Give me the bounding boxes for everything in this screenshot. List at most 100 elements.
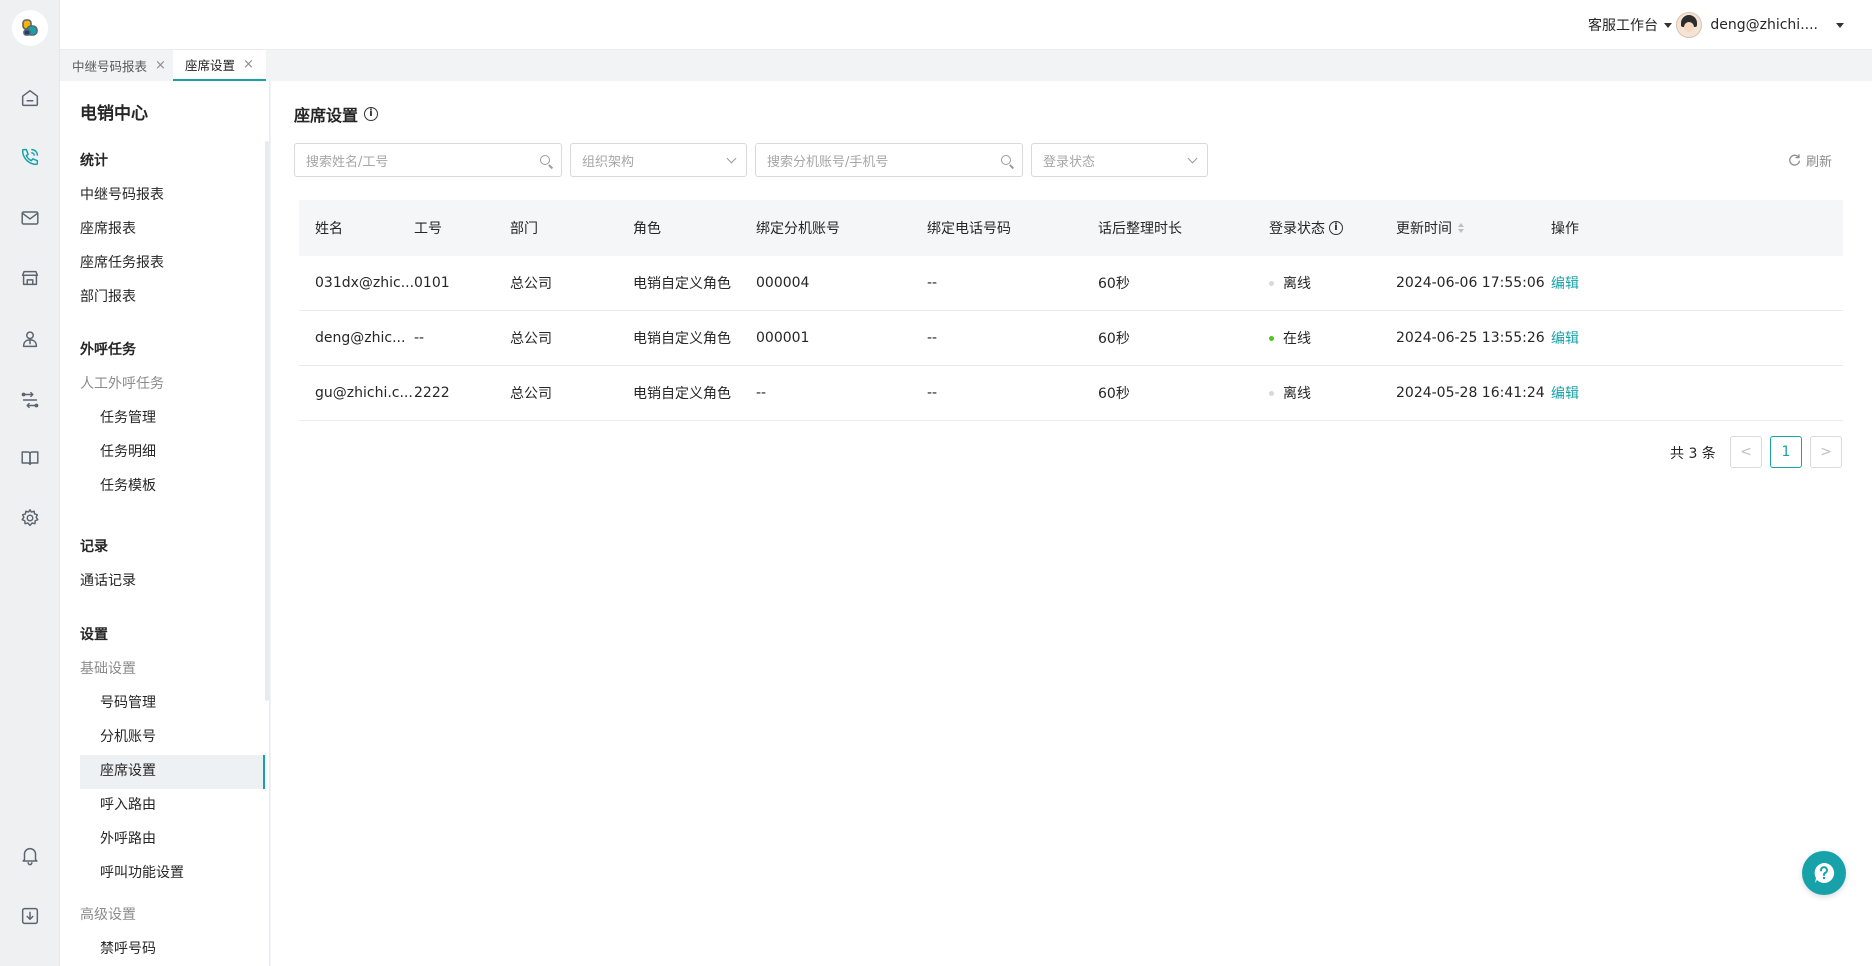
sidebar-item-dept-report[interactable]: 部门报表: [80, 286, 136, 306]
sidebar-item-extension-accounts[interactable]: 分机账号: [100, 726, 156, 746]
page-title-text: 座席设置: [294, 106, 359, 125]
mail-icon[interactable]: [18, 206, 42, 230]
close-icon[interactable]: ×: [243, 57, 254, 72]
search-extension-placeholder: 搜索分机账号/手机号: [767, 154, 889, 170]
sidebar-item-task-template[interactable]: 任务模板: [100, 475, 156, 495]
column-header-action: 操作: [1551, 221, 1579, 237]
settings-icon[interactable]: [18, 506, 42, 530]
workbench-label: 客服工作台: [1588, 18, 1658, 34]
user-menu[interactable]: deng@zhichi....: [1676, 12, 1844, 38]
sidebar-subgroup-advanced-settings[interactable]: 高级设置: [80, 904, 136, 924]
help-chat-button[interactable]: [1802, 851, 1846, 895]
cell-wrap-time: 60秒: [1098, 386, 1130, 402]
status-dot-icon: [1269, 390, 1274, 396]
sidebar-item-task-management[interactable]: 任务管理: [100, 407, 156, 427]
column-header-updated[interactable]: 更新时间: [1396, 200, 1464, 256]
sidebar-item-number-management[interactable]: 号码管理: [100, 692, 156, 712]
sidebar-item-task-detail[interactable]: 任务明细: [100, 441, 156, 461]
refresh-label: 刷新: [1805, 155, 1832, 170]
help-icon: [1814, 862, 1835, 883]
pagination-total: 共 3 条: [1670, 446, 1716, 462]
column-header-name: 姓名: [315, 221, 343, 237]
status-text: 在线: [1283, 331, 1311, 347]
status-dot-icon: [1269, 335, 1274, 341]
table-row: gu@zhichi.c... 2222 总公司 电销自定义角色 -- -- 60…: [299, 366, 1843, 421]
sidebar-item-outbound-routing[interactable]: 外呼路由: [100, 828, 156, 848]
edit-link[interactable]: 编辑: [1551, 366, 1579, 420]
sidebar-item-seat-report[interactable]: 座席报表: [80, 218, 136, 238]
cell-wrap-time: 60秒: [1098, 331, 1130, 347]
status-text: 离线: [1283, 276, 1311, 292]
cell-name: deng@zhic...: [315, 330, 406, 346]
cell-updated: 2024-06-25 13:55:26: [1396, 330, 1545, 346]
top-bar: 客服工作台 deng@zhichi....: [60, 0, 1872, 50]
sidebar-group-records: 记录: [80, 539, 108, 555]
left-rail: [0, 0, 60, 966]
sidebar-group-settings: 设置: [80, 627, 108, 643]
sidebar-item-trunk-report[interactable]: 中继号码报表: [80, 184, 164, 204]
sidebar-subgroup-manual-outbound[interactable]: 人工外呼任务: [80, 373, 164, 393]
sidebar-item-seat-settings[interactable]: 座席设置: [100, 760, 156, 780]
edit-link[interactable]: 编辑: [1551, 256, 1579, 310]
user-name: deng@zhichi....: [1710, 17, 1818, 33]
sidebar-scrollbar[interactable]: [265, 141, 269, 701]
seat-table: 姓名 工号 部门 角色 绑定分机账号 绑定电话号码 话后整理时长 登录状态 i …: [299, 200, 1843, 421]
cell-login-status: 在线: [1269, 311, 1311, 365]
sidebar-subgroup-basic-settings[interactable]: 基础设置: [80, 658, 136, 678]
sidebar-item-call-function-settings[interactable]: 呼叫功能设置: [100, 862, 184, 882]
close-icon[interactable]: ×: [155, 58, 166, 73]
home-icon[interactable]: [18, 86, 42, 110]
routing-icon[interactable]: [18, 388, 42, 412]
info-icon[interactable]: i: [1329, 221, 1343, 235]
cell-dept: 总公司: [510, 276, 552, 292]
phone-icon[interactable]: [18, 145, 42, 169]
workbench-dropdown[interactable]: 客服工作台: [1588, 15, 1672, 35]
login-status-select[interactable]: 登录状态: [1031, 143, 1208, 177]
edit-link[interactable]: 编辑: [1551, 311, 1579, 365]
page-1-button[interactable]: 1: [1770, 436, 1802, 468]
sidebar-item-call-records[interactable]: 通话记录: [80, 570, 136, 590]
tab-label: 中继号码报表: [72, 59, 148, 74]
search-name-input[interactable]: 搜索姓名/工号: [294, 143, 562, 177]
main-content: 座席设置 i 搜索姓名/工号 组织架构 搜索分机账号/手机号 登录状态 刷新 姓…: [271, 81, 1872, 966]
cell-dept: 总公司: [510, 386, 552, 402]
download-icon[interactable]: [18, 904, 42, 928]
column-header-wrap-time: 话后整理时长: [1098, 221, 1182, 237]
sidebar-group-stats: 统计: [80, 153, 108, 169]
store-icon[interactable]: [18, 266, 42, 290]
org-select[interactable]: 组织架构: [570, 143, 747, 177]
tab-label: 座席设置: [185, 58, 236, 73]
cell-id: --: [414, 330, 425, 346]
tab-seat-settings[interactable]: 座席设置 ×: [173, 50, 266, 81]
search-icon: [1001, 155, 1011, 165]
info-icon[interactable]: i: [364, 107, 379, 121]
sidebar-item-inbound-routing[interactable]: 呼入路由: [100, 794, 156, 814]
cell-role: 电销自定义角色: [633, 331, 731, 347]
column-header-dept: 部门: [510, 221, 538, 237]
refresh-button[interactable]: 刷新: [1788, 151, 1832, 170]
cell-role: 电销自定义角色: [633, 386, 731, 402]
sort-icon[interactable]: [1458, 223, 1464, 233]
status-dot-icon: [1269, 280, 1274, 286]
table-row: 031dx@zhic... 0101 总公司 电销自定义角色 000004 --…: [299, 256, 1843, 311]
prev-page-button[interactable]: <: [1730, 436, 1762, 468]
book-icon[interactable]: [18, 446, 42, 470]
cell-id: 2222: [414, 385, 450, 401]
cell-wrap-time: 60秒: [1098, 276, 1130, 292]
tab-trunk-report[interactable]: 中继号码报表 ×: [60, 50, 178, 81]
sidebar-item-blocked-numbers[interactable]: 禁呼号码: [100, 938, 156, 958]
agent-icon[interactable]: [18, 327, 42, 351]
updated-header-label: 更新时间: [1396, 221, 1452, 237]
sidebar-item-seat-task-report[interactable]: 座席任务报表: [80, 252, 164, 272]
next-page-button[interactable]: >: [1810, 436, 1842, 468]
search-extension-input[interactable]: 搜索分机账号/手机号: [755, 143, 1023, 177]
org-placeholder: 组织架构: [582, 154, 635, 170]
status-text: 离线: [1283, 386, 1311, 402]
cell-updated: 2024-05-28 16:41:24: [1396, 385, 1545, 401]
sidebar-group-outbound: 外呼任务: [80, 342, 136, 358]
bell-icon[interactable]: [18, 843, 42, 867]
table-row: deng@zhic... -- 总公司 电销自定义角色 000001 -- 60…: [299, 311, 1843, 366]
app-logo[interactable]: [12, 10, 48, 46]
page-title: 座席设置 i: [294, 102, 379, 126]
cell-dept: 总公司: [510, 331, 552, 347]
